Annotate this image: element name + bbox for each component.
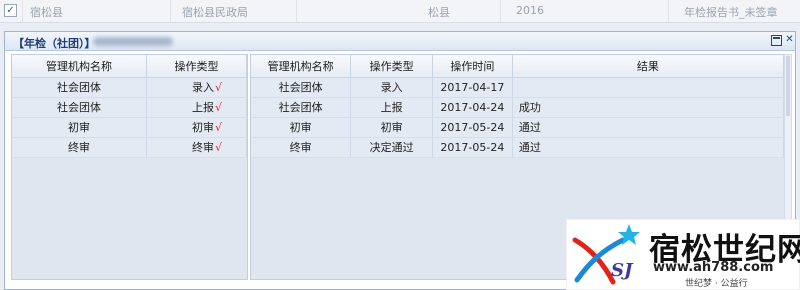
- column-header-type[interactable]: 操作类型: [146, 55, 247, 78]
- cell-time: 2017-05-24: [432, 137, 513, 158]
- cell-org: 初审: [251, 117, 352, 138]
- site-watermark: SJ 宿松世纪网 www.ah788.com 世纪梦 · 公益行: [566, 219, 800, 290]
- cell-time: 2017-04-17: [432, 77, 513, 98]
- close-icon[interactable]: ✕: [784, 35, 795, 46]
- grid-separator: [668, 0, 669, 23]
- table-row[interactable]: 社会团体 上报 2017-04-24 成功: [251, 97, 784, 118]
- column-header-org[interactable]: 管理机构名称: [12, 55, 147, 78]
- table-row[interactable]: 初审 初审√: [12, 117, 247, 138]
- check-mark-icon: √: [214, 141, 222, 154]
- scrollbar-thumb[interactable]: [786, 56, 790, 116]
- cell-org: 初审: [12, 117, 147, 138]
- table-row[interactable]: 社会团体 录入 2017-04-17: [251, 77, 784, 98]
- background-grid-row: ✓ 宿松县 宿松县民政局 松县 2016 年检报告书_未签章: [0, 0, 800, 23]
- cell-org: 社会团体: [12, 97, 147, 118]
- bg-cell-year: 2016: [516, 4, 544, 17]
- table-row[interactable]: 初审 初审 2017-05-24 通过: [251, 117, 784, 138]
- type-label: 录入: [191, 81, 214, 94]
- column-header-type[interactable]: 操作类型: [350, 55, 433, 78]
- table-header-row: 管理机构名称 操作类型 操作时间 结果: [251, 55, 784, 78]
- bg-cell-county: 宿松县: [30, 6, 63, 19]
- grid-separator: [22, 0, 23, 23]
- cell-type: 初审√: [146, 117, 247, 138]
- row-checkbox[interactable]: ✓: [4, 4, 17, 17]
- type-label: 终审: [191, 141, 214, 154]
- table-row[interactable]: 社会团体 录入√: [12, 77, 247, 98]
- grid-separator: [500, 0, 501, 23]
- dialog-title: 【年检（社团）】: [13, 37, 96, 50]
- check-mark-icon: √: [214, 81, 222, 94]
- bg-cell-region: 松县: [428, 6, 450, 19]
- table-row[interactable]: 终审 决定通过 2017-05-24 通过: [251, 137, 784, 158]
- maximize-icon[interactable]: [771, 35, 782, 46]
- cell-org: 终审: [12, 137, 147, 158]
- operation-list-panel: 管理机构名称 操作类型 社会团体 录入√ 社会团体 上报√ 初审 初审√ 终审 …: [11, 54, 248, 280]
- logo-sj-text: SJ: [611, 260, 633, 281]
- check-mark-icon: √: [214, 101, 222, 114]
- cell-time: 2017-04-24: [432, 97, 513, 118]
- grid-separator: [170, 0, 171, 23]
- cell-type: 上报: [350, 97, 433, 118]
- column-header-time[interactable]: 操作时间: [432, 55, 513, 78]
- site-slogan: 世纪梦 · 公益行: [685, 279, 748, 289]
- cell-type: 录入√: [146, 77, 247, 98]
- cell-type: 上报√: [146, 97, 247, 118]
- table-header-row: 管理机构名称 操作类型: [12, 55, 247, 78]
- cell-org: 社会团体: [251, 77, 352, 98]
- table-row[interactable]: 终审 终审√: [12, 137, 247, 158]
- column-header-org[interactable]: 管理机构名称: [251, 55, 352, 78]
- operation-history-table: 管理机构名称 操作类型 操作时间 结果 社会团体 录入 2017-04-17 社…: [251, 55, 784, 158]
- cell-type: 录入: [350, 77, 433, 98]
- type-label: 上报: [191, 101, 214, 114]
- cell-result: [512, 77, 784, 98]
- cell-org: 社会团体: [251, 97, 352, 118]
- table-row[interactable]: 社会团体 上报√: [12, 97, 247, 118]
- cell-type: 决定通过: [350, 137, 433, 158]
- column-header-result[interactable]: 结果: [512, 55, 784, 78]
- cell-time: 2017-05-24: [432, 117, 513, 138]
- site-url: www.ah788.com: [653, 260, 774, 275]
- bg-cell-report[interactable]: 年检报告书_未签章: [684, 4, 778, 20]
- type-label: 初审: [191, 121, 214, 134]
- grid-separator: [296, 0, 297, 23]
- dialog-title-bar[interactable]: 【年检（社团）】 ✕: [5, 32, 795, 51]
- cell-org: 社会团体: [12, 77, 147, 98]
- blurred-title-region: [93, 37, 173, 46]
- cell-result: 成功: [512, 97, 784, 118]
- operation-list-table: 管理机构名称 操作类型 社会团体 录入√ 社会团体 上报√ 初审 初审√ 终审 …: [12, 55, 247, 158]
- cell-result: 通过: [512, 117, 784, 138]
- bg-cell-bureau: 宿松县民政局: [182, 6, 248, 19]
- cell-type: 终审√: [146, 137, 247, 158]
- cell-result: 通过: [512, 137, 784, 158]
- check-mark-icon: √: [214, 121, 222, 134]
- cell-type: 初审: [350, 117, 433, 138]
- cell-org: 终审: [251, 137, 352, 158]
